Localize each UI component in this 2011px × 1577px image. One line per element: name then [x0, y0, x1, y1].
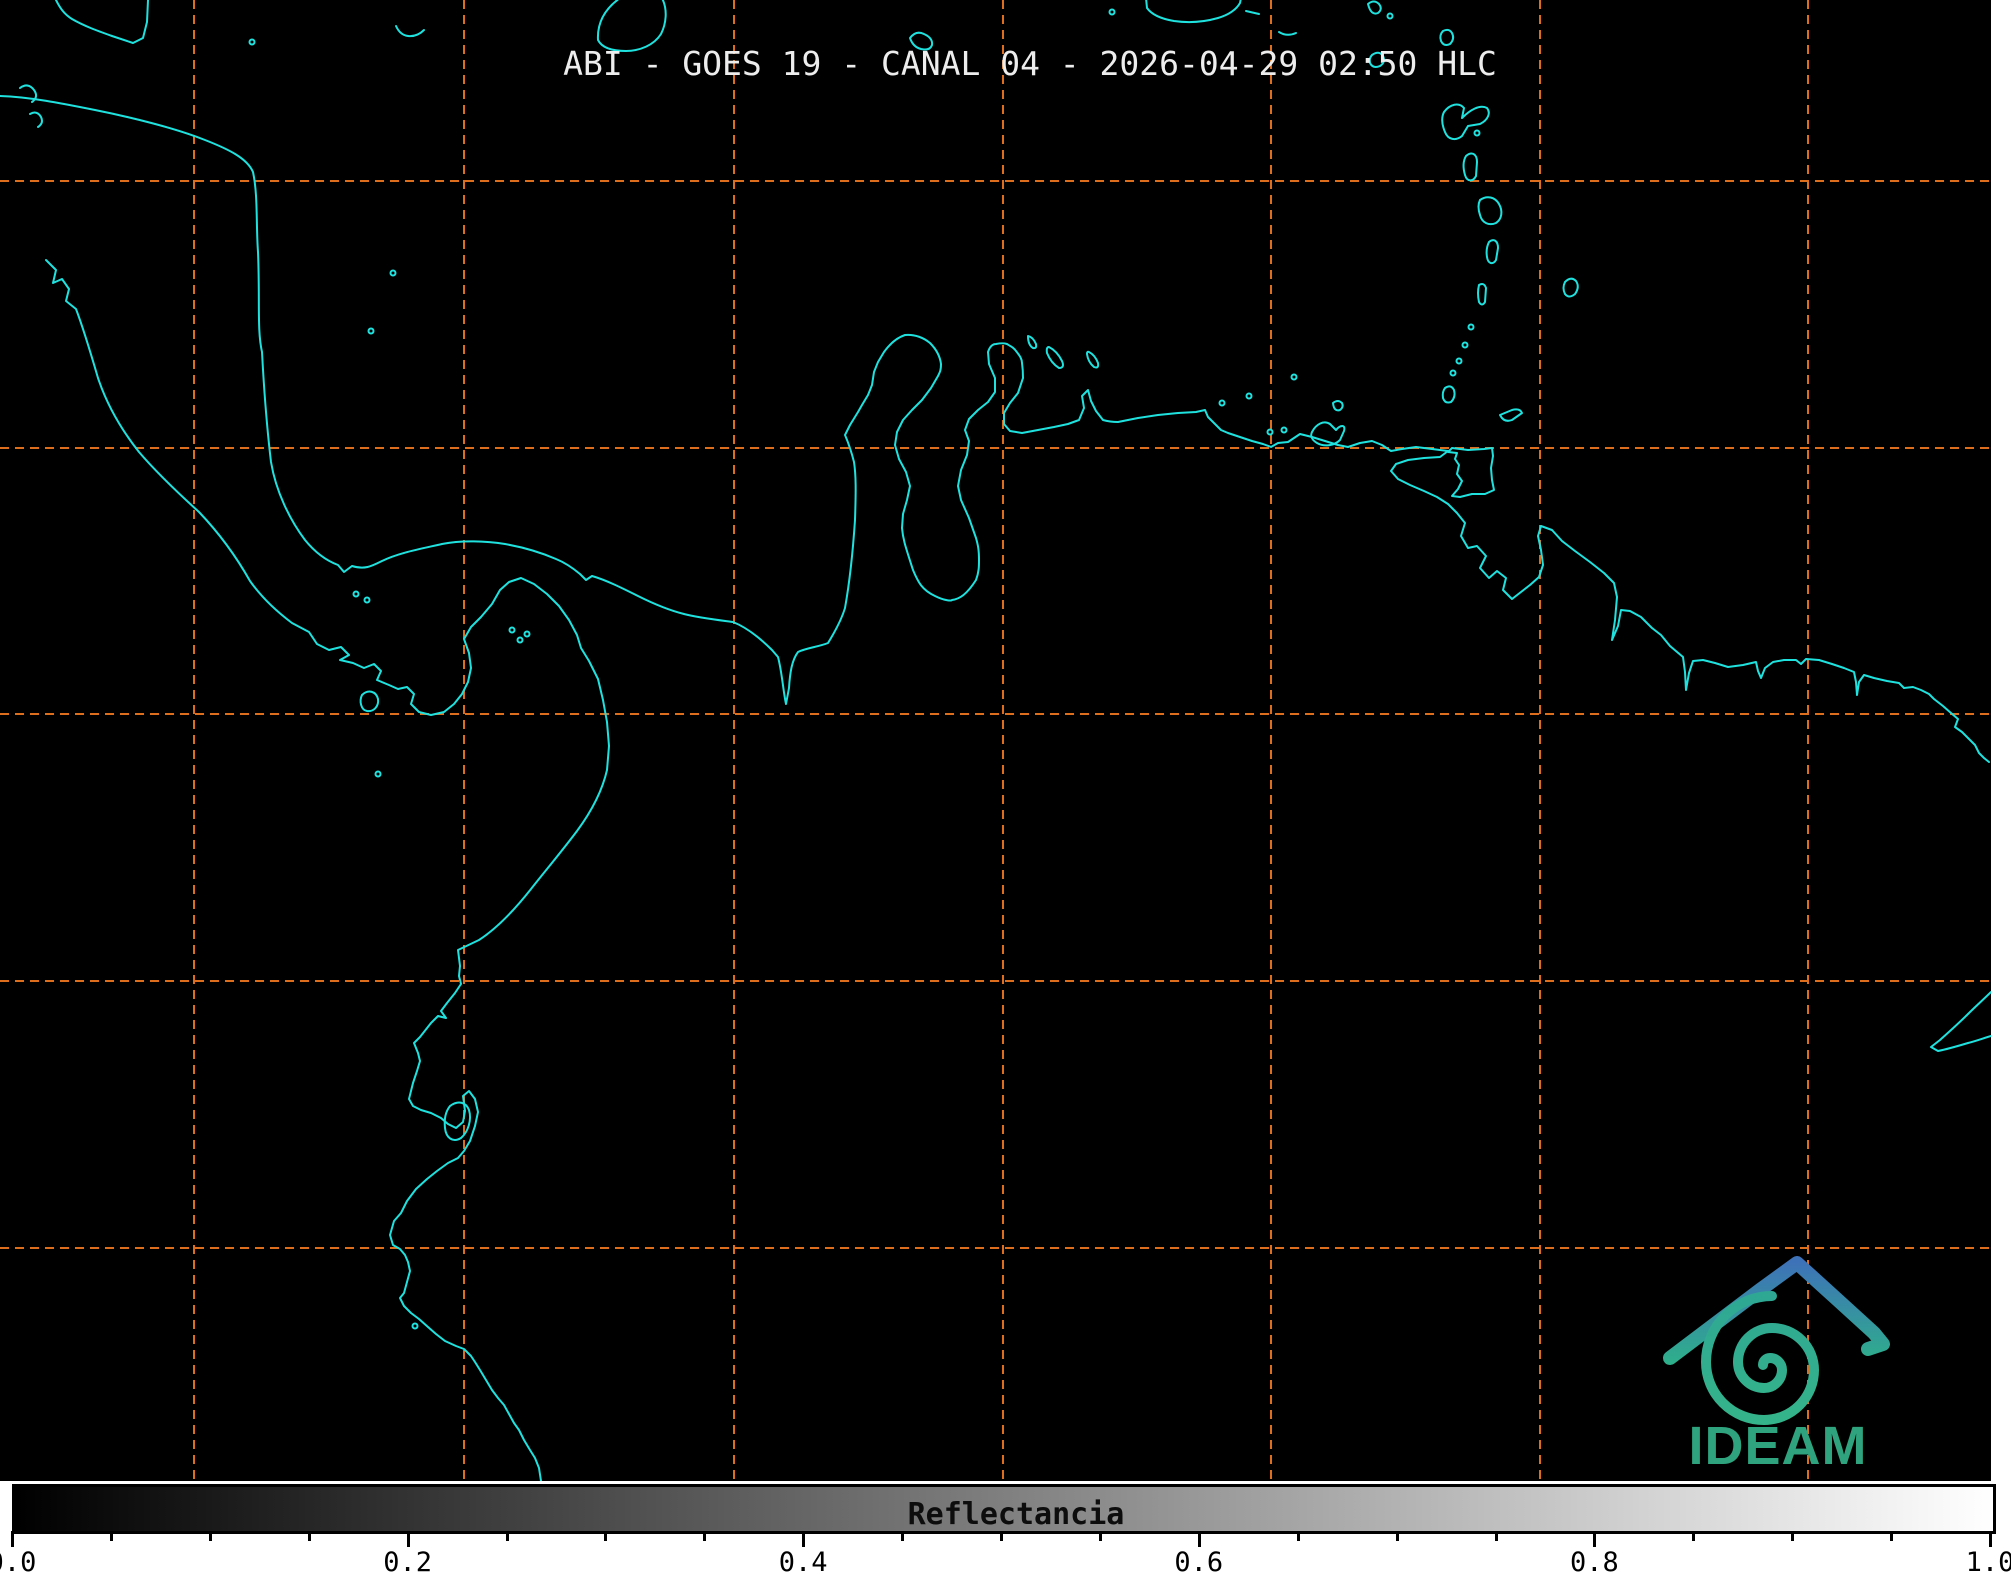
- coastline-barbados: [1562, 277, 1579, 298]
- satellite-image-viewport: ABI - GOES 19 - CANAL 04 - 2026-04-29 02…: [0, 0, 2011, 1577]
- coastline-bonaire: [1086, 350, 1100, 369]
- island-dot: [1280, 426, 1288, 434]
- coastline-dominica: [1462, 152, 1478, 182]
- coastline-st-croix: [1278, 31, 1297, 36]
- colorbar-minor-tick: [307, 1531, 311, 1541]
- island-dot: [352, 590, 360, 598]
- coastline-southeast-spit: [1930, 991, 1991, 1052]
- colorbar-minor-tick: [1296, 1531, 1300, 1541]
- island-dot: [363, 596, 371, 604]
- colorbar-tick-label: 0.0: [0, 1547, 37, 1577]
- colorbar-tick-label: 0.4: [778, 1547, 828, 1577]
- colorbar-minor-tick: [1000, 1531, 1003, 1541]
- coastlines: [0, 0, 1991, 1481]
- ideam-logo-text: IDEAM: [1688, 1416, 1868, 1476]
- coastline-pacific-mainland: [45, 259, 610, 1481]
- island-dot: [1290, 373, 1298, 381]
- island-dot: [508, 626, 516, 634]
- map-canvas: [0, 0, 1991, 1481]
- coastline-aruba: [1027, 335, 1038, 350]
- coastline-blanquilla: [1332, 400, 1344, 412]
- coastline-coiba: [359, 690, 380, 713]
- map-area: ABI - GOES 19 - CANAL 04 - 2026-04-29 02…: [0, 0, 1991, 1481]
- coastline-curacao: [1045, 346, 1064, 369]
- coastline-st-lucia: [1485, 239, 1499, 265]
- island-dot: [1461, 341, 1469, 349]
- island-dot: [389, 269, 397, 277]
- island-dot: [1108, 8, 1116, 16]
- graticule-grid: [0, 0, 1991, 1481]
- colorbar-tick-label: 0.2: [383, 1547, 432, 1577]
- colorbar-label: Reflectancia: [907, 1497, 1125, 1532]
- colorbar-minor-tick: [1791, 1531, 1795, 1541]
- island-dot: [367, 327, 375, 335]
- island-dot-malpelo: [374, 770, 382, 778]
- logo-spiral-icon: [1700, 1291, 1820, 1426]
- colorbar-minor-tick: [208, 1531, 212, 1541]
- island-dot: [1386, 12, 1394, 20]
- right-margin: [1991, 0, 2011, 1577]
- island-dot: [1245, 392, 1253, 400]
- island-dot: [1266, 428, 1274, 436]
- coastline-puna: [443, 1101, 471, 1141]
- island-dot: [1449, 369, 1457, 377]
- colorbar-tick-label: 0.6: [1174, 1547, 1224, 1577]
- colorbar-minor-tick: [1692, 1531, 1696, 1541]
- colorbar-minor-tick: [901, 1531, 905, 1541]
- coastline-tobago: [1499, 408, 1523, 422]
- island-dot: [1455, 357, 1463, 365]
- colorbar-gradient: Reflectancia: [12, 1484, 1996, 1534]
- colorbar-minor-tick: [109, 1531, 113, 1541]
- coastline-guadeloupe: [1441, 103, 1490, 141]
- colorbar-major-tick: [1197, 1531, 1201, 1547]
- coastline-st-vincent: [1477, 283, 1487, 306]
- colorbar-major-tick: [1989, 1531, 1992, 1547]
- colorbar-minor-tick: [505, 1531, 509, 1541]
- ideam-logo: [1663, 1256, 1890, 1426]
- coastline-martinique: [1477, 196, 1503, 226]
- colorbar-tick-label: 1.0: [1965, 1547, 2011, 1577]
- coastline-trinidad: [1447, 447, 1495, 498]
- coastline-puerto-rico: [1145, 0, 1242, 23]
- coastline-st-martin: [1367, 0, 1382, 15]
- colorbar-minor-tick: [1395, 1531, 1399, 1541]
- island-dot: [1467, 323, 1475, 331]
- colorbar-major-tick: [11, 1531, 14, 1547]
- colorbar-minor-tick: [1890, 1531, 1894, 1541]
- coastline-jamaica: [55, 0, 149, 44]
- colorbar-major-tick: [406, 1531, 410, 1547]
- island-dot: [1218, 399, 1226, 407]
- island-dot: [516, 636, 524, 644]
- island-dot: [248, 38, 256, 46]
- coastline-grenada: [1441, 385, 1456, 404]
- coastline-vieques: [1245, 10, 1260, 15]
- colorbar-minor-tick: [1494, 1531, 1498, 1541]
- island-dot: [523, 630, 531, 638]
- colorbar-minor-tick: [1098, 1531, 1102, 1541]
- coastline-bay-islands: [19, 84, 43, 128]
- island-dot: [1473, 129, 1481, 137]
- island-dot: [411, 1322, 419, 1330]
- colorbar-major-tick: [1593, 1531, 1597, 1547]
- colorbar-area: Reflectancia 0.0 0.2 0.4 0.6 0.8 1.0: [0, 1481, 2011, 1577]
- coastline-caribbean-mainland: [0, 95, 1990, 763]
- coastline-haiti-tip: [395, 25, 425, 38]
- colorbar-major-tick: [802, 1531, 806, 1547]
- image-title: ABI - GOES 19 - CANAL 04 - 2026-04-29 02…: [563, 44, 1497, 83]
- colorbar-minor-tick: [604, 1531, 608, 1541]
- coastline-barbuda: [1439, 28, 1455, 46]
- colorbar-tick-label: 0.8: [1570, 1547, 1619, 1577]
- colorbar-minor-tick: [703, 1531, 707, 1541]
- logo-mountain-icon: [1663, 1256, 1890, 1365]
